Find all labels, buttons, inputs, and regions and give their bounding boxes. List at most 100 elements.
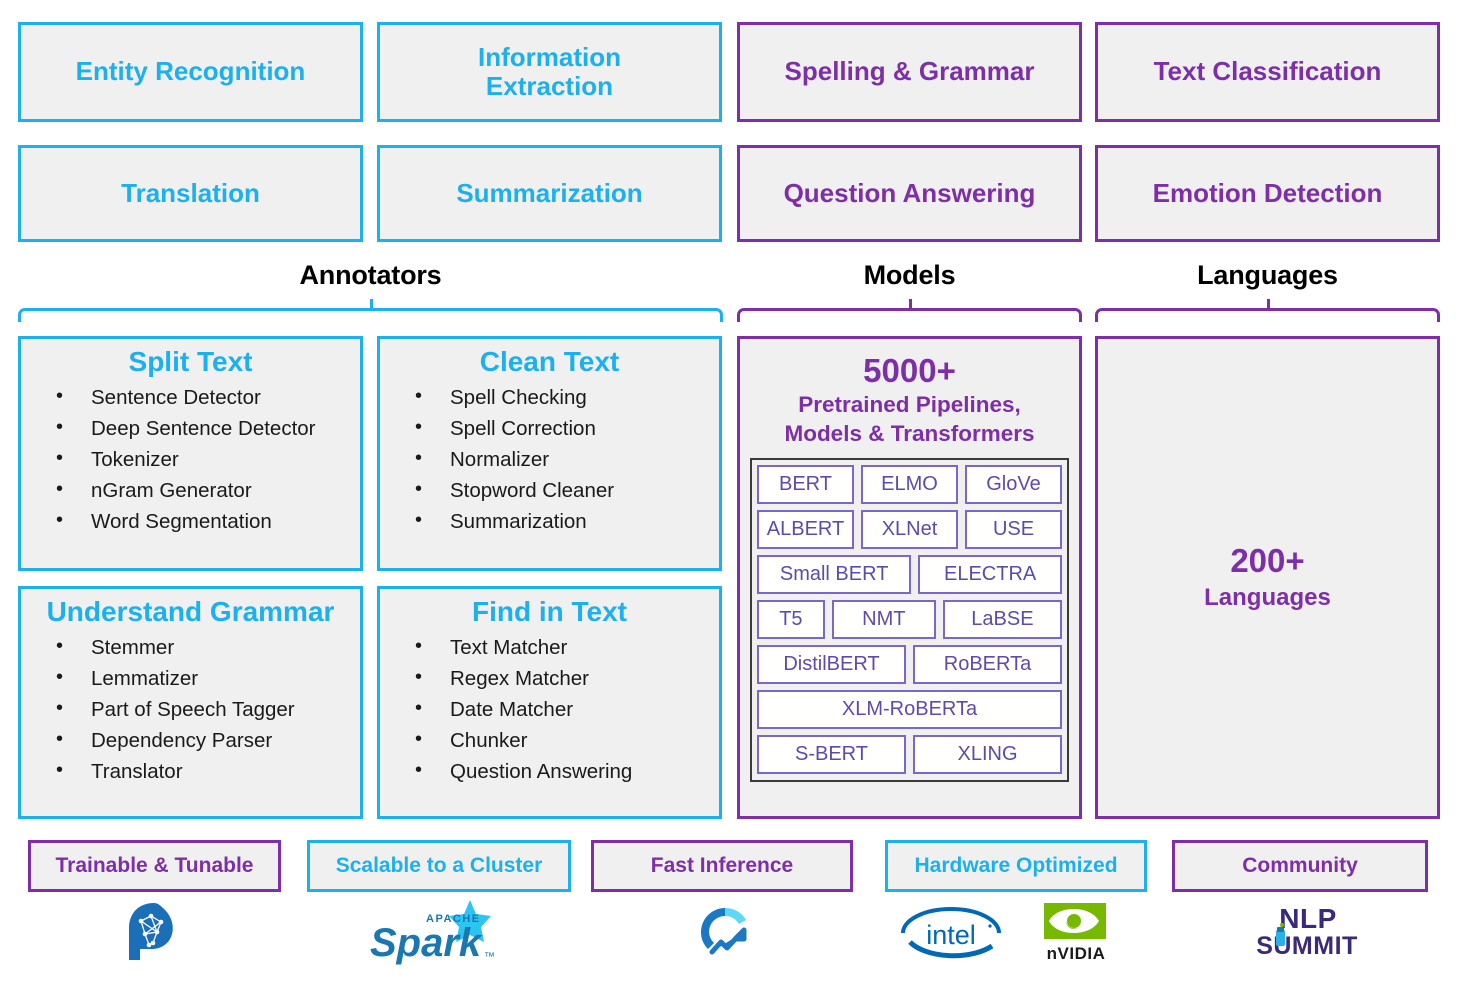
task-box-entity-recognition[interactable]: Entity Recognition xyxy=(18,22,363,122)
model-tag[interactable]: ELECTRA xyxy=(918,554,1062,594)
annotator-list: Sentence Detector Deep Sentence Detector… xyxy=(21,381,360,538)
bracket-languages xyxy=(1095,299,1440,324)
feature-pill-hardware-optimized[interactable]: Hardware Optimized xyxy=(885,840,1147,892)
nlp-summit-logo: NLP SUMMIT xyxy=(1256,903,1358,960)
list-item: Part of Speech Tagger xyxy=(47,693,360,725)
intel-logo: intel xyxy=(900,907,1002,960)
task-box-translation[interactable]: Translation xyxy=(18,145,363,242)
logo-intel: intel xyxy=(898,902,1004,964)
logo-nlp-summit: NLP SUMMIT xyxy=(1248,898,1366,968)
annotator-panel-find-in-text[interactable]: Find in Text Text Matcher Regex Matcher … xyxy=(377,586,722,819)
model-tag-row: BERT ELMO GloVe xyxy=(757,464,1062,504)
list-item: Tokenizer xyxy=(47,443,360,475)
list-item: Deep Sentence Detector xyxy=(47,412,360,444)
intel-wordmark: intel xyxy=(926,920,976,950)
task-label: Question Answering xyxy=(783,177,1036,208)
model-tag[interactable]: T5 xyxy=(757,599,825,639)
nvidia-logo: nVIDIA xyxy=(1044,903,1106,963)
model-tag[interactable]: S-BERT xyxy=(757,734,906,774)
models-panel[interactable]: 5000+ Pretrained Pipelines, Models & Tra… xyxy=(737,336,1082,819)
annotator-list: Spell Checking Spell Correction Normaliz… xyxy=(380,381,719,538)
apache-spark-logo: Spark APACHE ™ xyxy=(370,900,495,965)
model-tag[interactable]: XLING xyxy=(913,734,1062,774)
speed-gauge-icon xyxy=(700,907,747,955)
model-tag-row: T5 NMT LaBSE xyxy=(757,599,1062,639)
list-item: Text Matcher xyxy=(406,631,719,663)
task-box-spelling-grammar[interactable]: Spelling & Grammar xyxy=(737,22,1082,122)
bracket-bar xyxy=(737,308,1082,322)
model-tag-row: ALBERT XLNet USE xyxy=(757,509,1062,549)
task-label: Entity Recognition xyxy=(75,56,306,87)
feature-label: Fast Inference xyxy=(650,854,794,877)
model-tag[interactable]: BERT xyxy=(757,464,854,504)
feature-pill-trainable-tunable[interactable]: Trainable & Tunable xyxy=(28,840,281,892)
model-tag[interactable]: DistilBERT xyxy=(757,644,906,684)
model-tag[interactable]: LaBSE xyxy=(942,599,1062,639)
bracket-bar xyxy=(1095,308,1440,322)
annotator-panel-split-text[interactable]: Split Text Sentence Detector Deep Senten… xyxy=(18,336,363,571)
feature-pill-scalable-cluster[interactable]: Scalable to a Cluster xyxy=(307,840,571,892)
feature-pill-community[interactable]: Community xyxy=(1172,840,1428,892)
list-item: nGram Generator xyxy=(47,474,360,506)
task-label: Summarization xyxy=(456,177,643,208)
feature-label: Community xyxy=(1242,854,1358,877)
models-subtitle-line2: Models & Transformers xyxy=(784,420,1035,446)
task-box-question-answering[interactable]: Question Answering xyxy=(737,145,1082,242)
list-item: Lemmatizer xyxy=(47,662,360,694)
panel-title: Understand Grammar xyxy=(46,596,335,627)
feature-pill-fast-inference[interactable]: Fast Inference xyxy=(591,840,853,892)
list-item: Spell Correction xyxy=(406,412,719,444)
model-tag[interactable]: NMT xyxy=(831,599,936,639)
apache-wordmark: APACHE xyxy=(426,913,481,925)
summit-wordmark: SUMMIT xyxy=(1256,932,1358,960)
model-tag[interactable]: Small BERT xyxy=(757,554,912,594)
task-box-emotion-detection[interactable]: Emotion Detection xyxy=(1095,145,1440,242)
model-tag[interactable]: USE xyxy=(965,509,1062,549)
feature-label: Hardware Optimized xyxy=(914,854,1118,877)
model-tag-row: Small BERT ELECTRA xyxy=(757,554,1062,594)
spark-wordmark: Spark xyxy=(370,921,483,965)
languages-panel[interactable]: 200+ Languages xyxy=(1095,336,1440,819)
logo-fast-inference xyxy=(690,900,760,966)
models-count: 5000+ xyxy=(863,352,956,389)
list-item: Regex Matcher xyxy=(406,662,719,694)
bracket-bar xyxy=(18,308,723,322)
feature-label: Trainable & Tunable xyxy=(55,854,254,877)
bracket-annotators xyxy=(18,299,723,324)
task-box-text-classification[interactable]: Text Classification xyxy=(1095,22,1440,122)
model-tag[interactable]: ELMO xyxy=(861,464,958,504)
list-item: Chunker xyxy=(406,724,719,756)
panel-title: Find in Text xyxy=(471,596,628,627)
task-label: Spelling & Grammar xyxy=(784,56,1035,87)
list-item: Stemmer xyxy=(47,631,360,663)
models-subtitle-line1: Pretrained Pipelines, xyxy=(798,392,1021,418)
bracket-models xyxy=(737,299,1082,324)
annotator-panel-clean-text[interactable]: Clean Text Spell Checking Spell Correcti… xyxy=(377,336,722,571)
feature-label: Scalable to a Cluster xyxy=(335,854,543,877)
model-tag[interactable]: RoBERTa xyxy=(913,644,1062,684)
model-tag[interactable]: GloVe xyxy=(965,464,1062,504)
infographic-root: Entity Recognition Information Extractio… xyxy=(0,0,1457,989)
panel-title: Clean Text xyxy=(479,346,620,377)
model-tag[interactable]: ALBERT xyxy=(757,509,854,549)
list-item: Summarization xyxy=(406,505,719,537)
section-title-annotators: Annotators xyxy=(299,260,442,290)
task-label: Emotion Detection xyxy=(1152,177,1383,208)
languages-label: Languages xyxy=(1204,583,1331,611)
task-label: Translation xyxy=(121,177,260,208)
model-tag[interactable]: XLM-RoBERTa xyxy=(757,689,1062,729)
logo-apache-spark: Spark APACHE ™ xyxy=(358,896,523,972)
annotator-panel-understand-grammar[interactable]: Understand Grammar Stemmer Lemmatizer Pa… xyxy=(18,586,363,819)
logo-brain-head xyxy=(118,898,190,970)
task-box-summarization[interactable]: Summarization xyxy=(377,145,722,242)
model-tag[interactable]: XLNet xyxy=(861,509,958,549)
task-box-information-extraction[interactable]: Information Extraction xyxy=(377,22,722,122)
list-item: Word Segmentation xyxy=(47,505,360,537)
logo-nvidia: nVIDIA xyxy=(1026,900,1126,966)
spark-tm: ™ xyxy=(484,951,495,963)
annotator-list: Stemmer Lemmatizer Part of Speech Tagger… xyxy=(21,631,360,788)
model-tag-row: XLM-RoBERTa xyxy=(757,689,1062,729)
annotator-list: Text Matcher Regex Matcher Date Matcher … xyxy=(380,631,719,788)
list-item: Date Matcher xyxy=(406,693,719,725)
list-item: Sentence Detector xyxy=(47,381,360,413)
